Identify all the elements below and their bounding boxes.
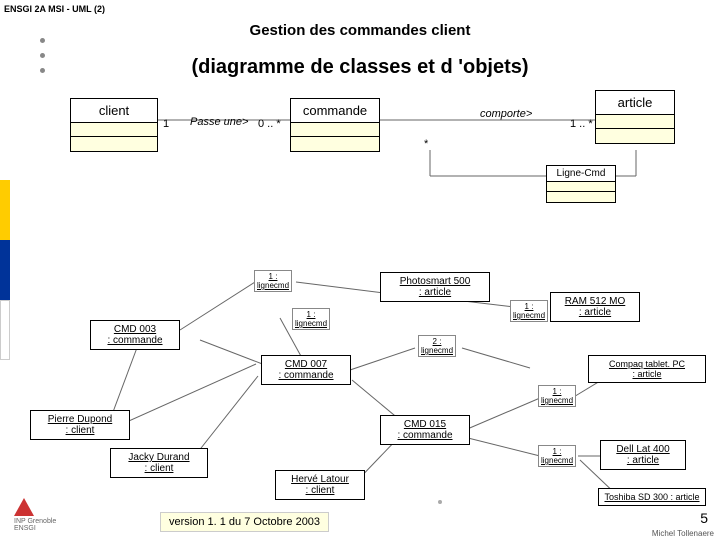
obj-dell: Dell Lat 400: article — [600, 440, 686, 470]
obj-compaq: Compaq tablet. PC: article — [588, 355, 706, 383]
obj-photosmart: Photosmart 500: article — [380, 272, 490, 302]
version-label: version 1. 1 du 7 Octobre 2003 — [160, 512, 329, 532]
obj-cmd003: CMD 003: commande — [90, 320, 180, 350]
assoc-passe: Passe une> — [190, 116, 248, 128]
obj-cmd015: CMD 015: commande — [380, 415, 470, 445]
obj-jacky: Jacky Durand: client — [110, 448, 208, 478]
mult-star: * — [424, 138, 428, 150]
class-lignecmd: Ligne-Cmd — [546, 165, 616, 203]
decorative-bullets — [40, 38, 45, 83]
obj-pierre: Pierre Dupond: client — [30, 410, 130, 440]
link-2: 2 :lignecmd — [418, 335, 456, 357]
class-article-name: article — [596, 91, 674, 115]
slide-title: Gestion des commandes client — [0, 22, 720, 39]
obj-ram: RAM 512 MO: article — [550, 292, 640, 322]
class-client-name: client — [71, 99, 157, 123]
assoc-comporte: comporte> — [480, 108, 532, 120]
mult-0-star: 0 .. * — [258, 118, 281, 130]
color-sidebar — [0, 180, 10, 360]
author-label: Michel Tollenaere — [652, 529, 714, 538]
class-client: client — [70, 98, 158, 152]
mult-1-star: 1 .. * — [570, 118, 593, 130]
obj-cmd007: CMD 007: commande — [261, 355, 351, 385]
link-1c: 1 :lignecmd — [538, 385, 576, 407]
logo-ensgi: INP GrenobleENSGI — [14, 498, 56, 532]
dot-icon — [438, 500, 442, 504]
link-1b: 1 :lignecmd — [292, 308, 330, 330]
obj-herve: Hervé Latour: client — [275, 470, 365, 500]
link-1d: 1 :lignecmd — [510, 300, 548, 322]
link-1e: 1 :lignecmd — [538, 445, 576, 467]
class-article: article — [595, 90, 675, 144]
obj-toshiba: Toshiba SD 300 : article — [598, 488, 706, 506]
page-number: 5 — [700, 510, 708, 526]
class-lignecmd-name: Ligne-Cmd — [547, 166, 615, 182]
slide-subtitle: (diagramme de classes et d 'objets) — [0, 56, 720, 79]
mult-1: 1 — [163, 118, 169, 130]
link-1a: 1 :lignecmd — [254, 270, 292, 292]
course-code: ENSGI 2A MSI - UML (2) — [4, 4, 105, 14]
class-commande: commande — [290, 98, 380, 152]
class-commande-name: commande — [291, 99, 379, 123]
